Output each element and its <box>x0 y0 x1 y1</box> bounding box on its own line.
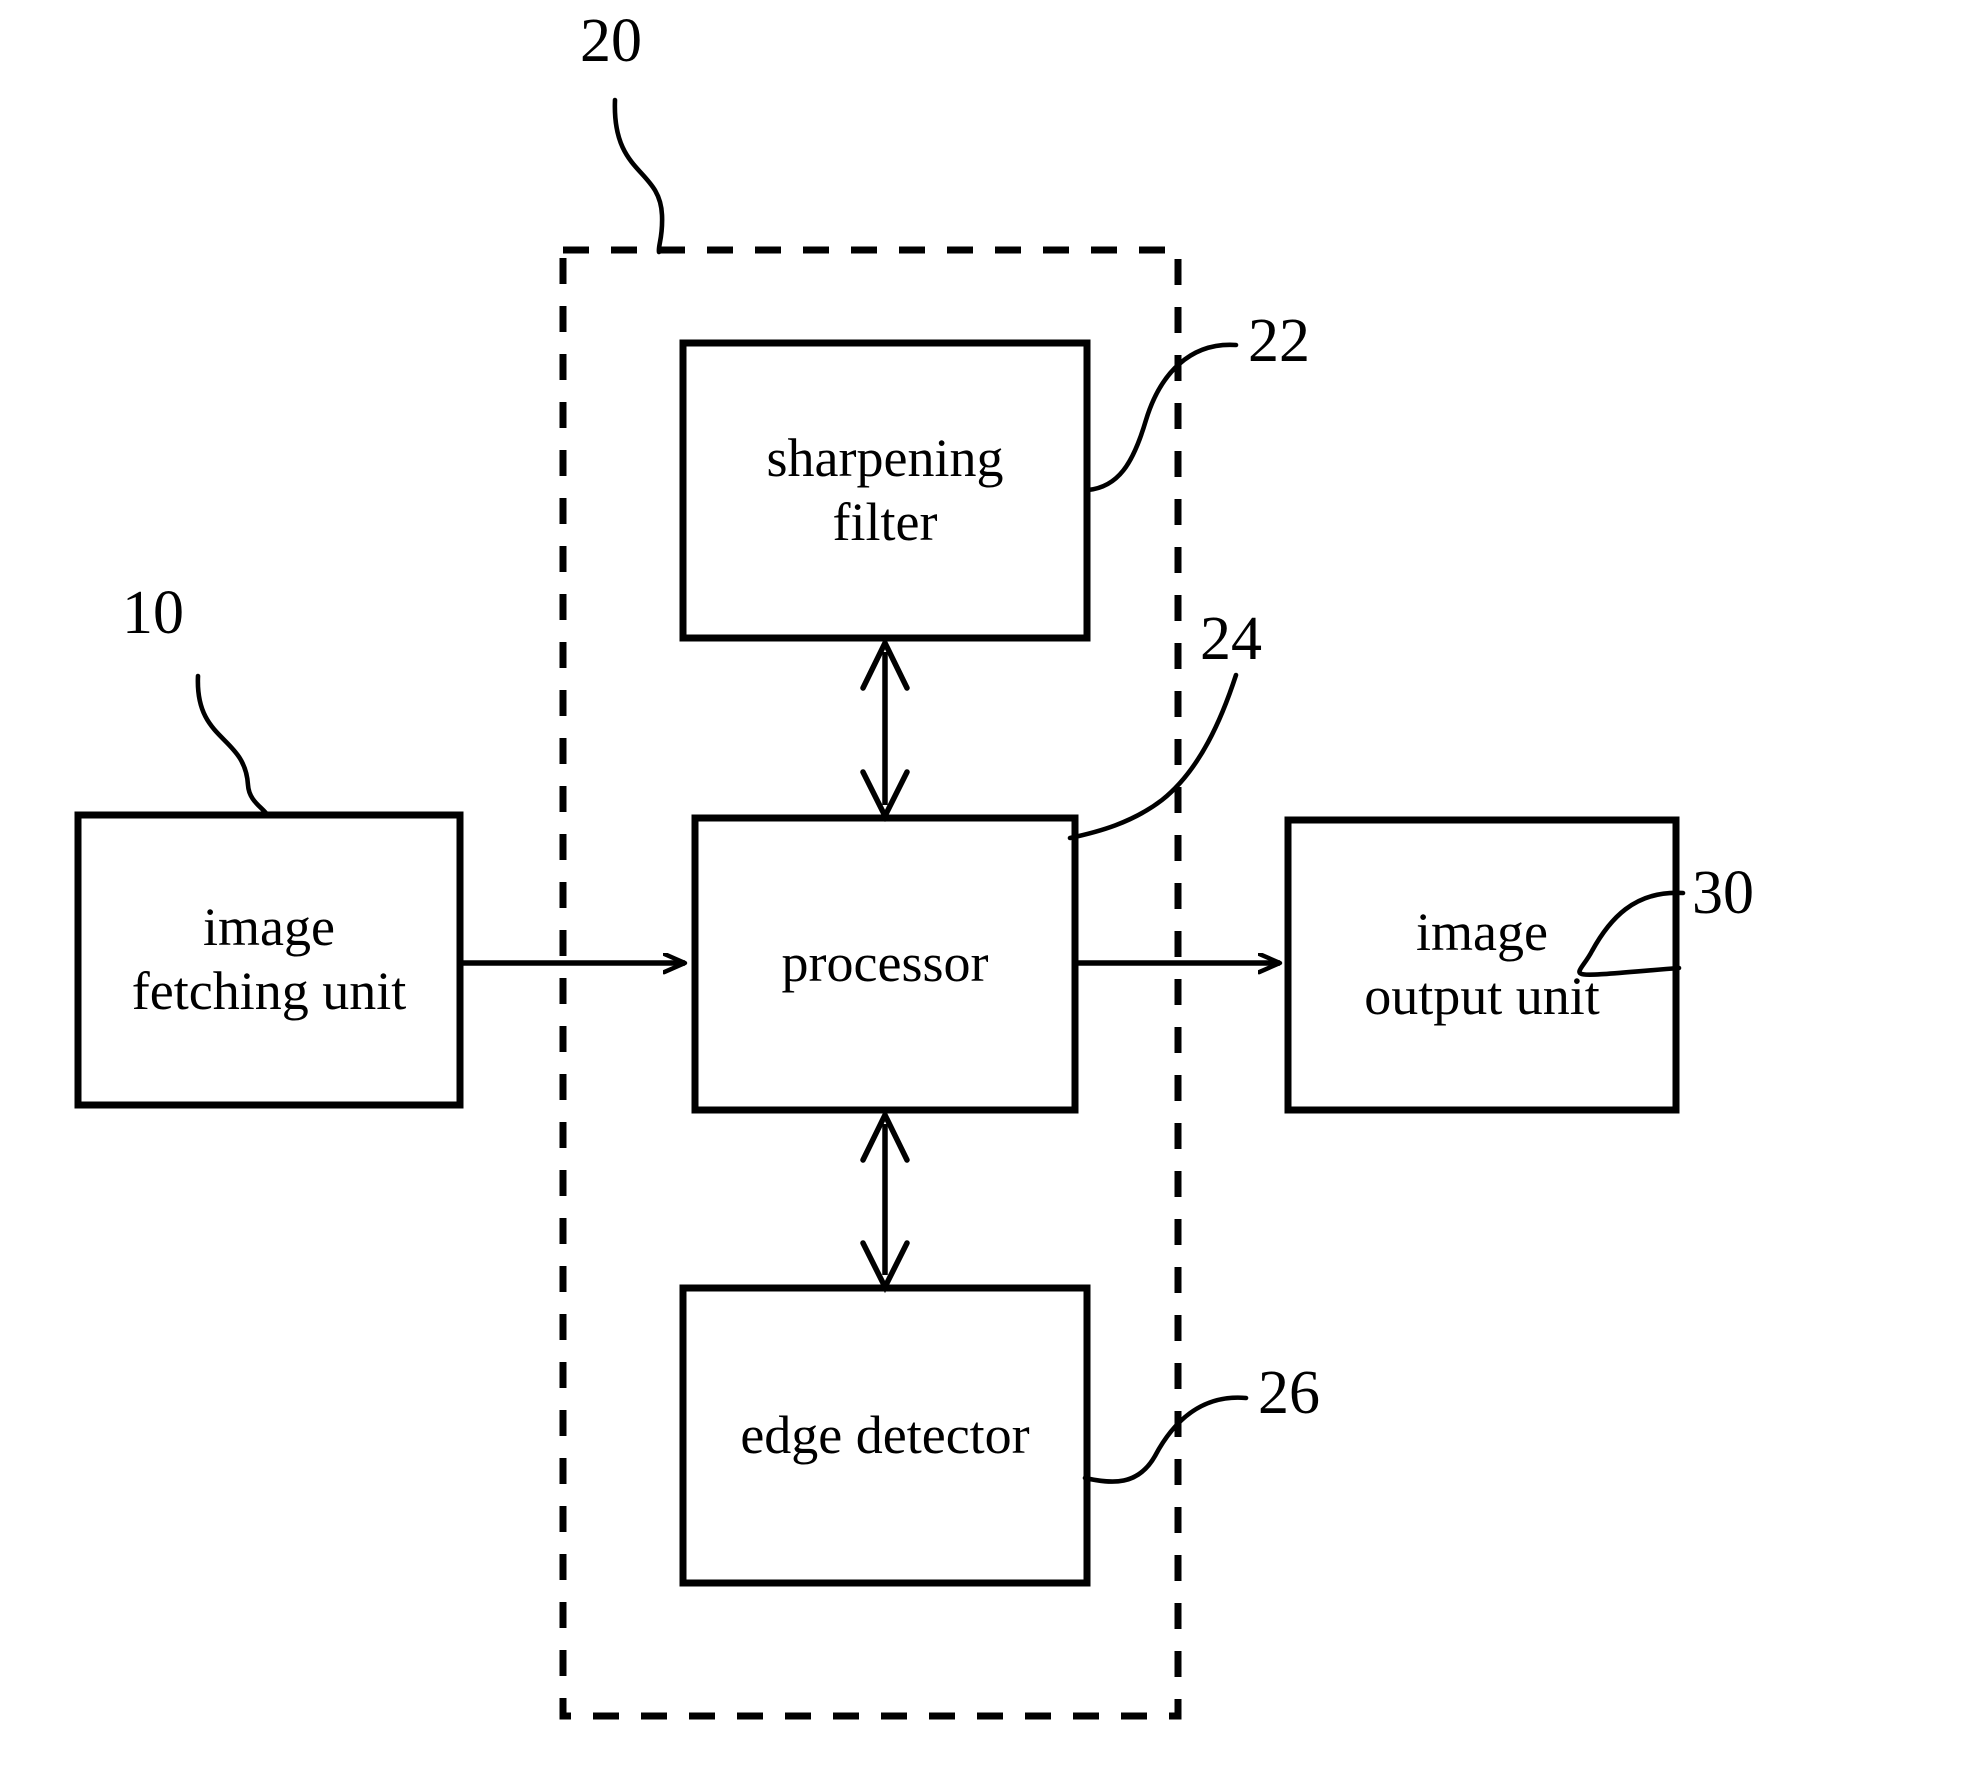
reference-numeral-10: 10 <box>122 579 184 647</box>
figure-canvas: image fetching unit sharpening filter pr… <box>0 0 1969 1789</box>
leader-line-24 <box>1067 672 1239 841</box>
image-fetching-unit-box <box>74 811 464 1109</box>
processor-box <box>691 814 1079 1114</box>
leader-line-26 <box>1082 1395 1249 1484</box>
leader-line-10 <box>195 673 271 819</box>
block-diagram-graphics <box>74 97 1686 1720</box>
reference-numeral-30: 30 <box>1692 859 1754 927</box>
reference-numeral-24: 24 <box>1200 605 1262 673</box>
image-output-unit-box <box>1284 816 1680 1114</box>
leader-line-20 <box>612 97 665 255</box>
reference-numeral-26: 26 <box>1258 1359 1320 1427</box>
leader-line-22 <box>1085 342 1239 493</box>
reference-numeral-20: 20 <box>580 7 642 75</box>
reference-numeral-22: 22 <box>1248 307 1310 375</box>
edge-detector-box <box>679 1284 1091 1587</box>
sharpening-filter-box <box>679 339 1091 642</box>
